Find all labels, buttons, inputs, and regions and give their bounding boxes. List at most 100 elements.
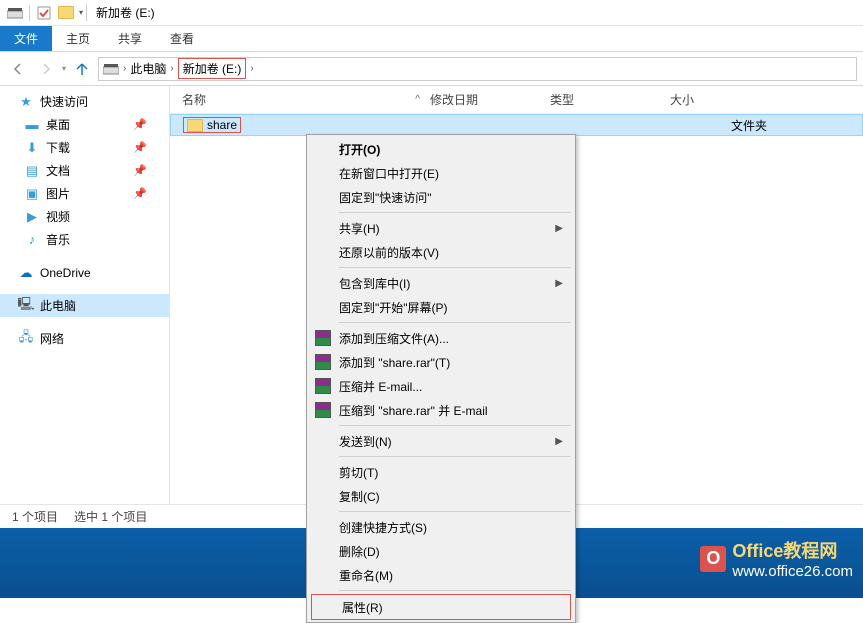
col-date[interactable]: 修改日期 (430, 91, 550, 108)
pin-icon: 📌 (133, 118, 147, 131)
menu-restore-versions[interactable]: 还原以前的版本(V) (309, 240, 573, 264)
pictures-icon: ▣ (24, 186, 40, 202)
winrar-icon (315, 330, 331, 346)
col-type[interactable]: 类型 (550, 91, 670, 108)
col-label: 名称 (182, 91, 206, 108)
sidebar-label: 网络 (40, 330, 64, 347)
chevron-right-icon: ▶ (555, 436, 563, 447)
col-name[interactable]: 名称 ^ (170, 91, 430, 108)
sidebar-label: 文档 (46, 162, 70, 179)
separator (339, 425, 571, 426)
pc-icon: 🖳 (18, 298, 34, 314)
tab-file[interactable]: 文件 (0, 26, 52, 51)
sidebar-label: 下载 (46, 139, 70, 156)
star-icon: ★ (18, 94, 34, 110)
tab-view[interactable]: 查看 (156, 26, 208, 51)
office-logo-icon: O (700, 546, 726, 572)
up-button[interactable] (70, 57, 94, 81)
highlighted-file: share (183, 117, 241, 133)
chevron-right-icon: ▶ (555, 223, 563, 234)
sidebar-label: 此电脑 (40, 297, 76, 314)
watermark: O Office教程网 www.office26.com (700, 537, 853, 580)
chevron-right-icon[interactable]: › (123, 63, 126, 74)
file-name-cell: share (171, 117, 431, 133)
separator (339, 511, 571, 512)
checkbox-icon[interactable] (33, 2, 55, 24)
chevron-right-icon[interactable]: › (170, 63, 173, 74)
tab-share[interactable]: 共享 (104, 26, 156, 51)
menu-open-new-window[interactable]: 在新窗口中打开(E) (309, 161, 573, 185)
folder-title-icon (55, 2, 77, 24)
sidebar-label: 视频 (46, 208, 70, 225)
separator (339, 456, 571, 457)
breadcrumb[interactable]: › 此电脑 › 新加卷 (E:) › (98, 57, 857, 81)
chevron-right-icon[interactable]: › (250, 63, 253, 74)
sidebar-videos[interactable]: ▶ 视频 (0, 205, 169, 228)
menu-add-share-rar[interactable]: 添加到 "share.rar"(T) (309, 350, 573, 374)
sidebar-network[interactable]: 🖧 网络 (0, 327, 169, 350)
ribbon-tabs: 文件 主页 共享 查看 (0, 26, 863, 52)
divider (29, 5, 30, 21)
sidebar-label: 桌面 (46, 116, 70, 133)
menu-delete[interactable]: 删除(D) (309, 539, 573, 563)
sidebar-onedrive[interactable]: ☁ OneDrive (0, 261, 169, 284)
folder-icon (187, 119, 203, 132)
watermark-title: Office教程网 (732, 537, 853, 563)
sidebar-label: OneDrive (40, 266, 91, 280)
sidebar-music[interactable]: ♪ 音乐 (0, 228, 169, 251)
menu-compress-share-email[interactable]: 压缩到 "share.rar" 并 E-mail (309, 398, 573, 422)
sidebar-documents[interactable]: ▤ 文档 📌 (0, 159, 169, 182)
sidebar-quick-access[interactable]: ★ 快速访问 (0, 90, 169, 113)
menu-include-library[interactable]: 包含到库中(I)▶ (309, 271, 573, 295)
column-headers: 名称 ^ 修改日期 类型 大小 (170, 86, 863, 114)
menu-pin-quick-access[interactable]: 固定到"快速访问" (309, 185, 573, 209)
menu-compress-email[interactable]: 压缩并 E-mail... (309, 374, 573, 398)
download-icon: ⬇ (24, 140, 40, 156)
menu-share[interactable]: 共享(H)▶ (309, 216, 573, 240)
onedrive-icon: ☁ (18, 265, 34, 281)
file-row[interactable]: share 文件夹 (170, 114, 863, 136)
forward-button[interactable] (34, 57, 58, 81)
sort-indicator-icon: ^ (415, 94, 420, 105)
col-size[interactable]: 大小 (670, 91, 730, 108)
breadcrumb-pc[interactable]: 此电脑 (130, 60, 166, 77)
tab-home[interactable]: 主页 (52, 26, 104, 51)
menu-properties[interactable]: 属性(R) (312, 595, 570, 619)
sidebar-label: 图片 (46, 185, 70, 202)
menu-add-archive[interactable]: 添加到压缩文件(A)... (309, 326, 573, 350)
music-icon: ♪ (24, 232, 40, 248)
sidebar-pictures[interactable]: ▣ 图片 📌 (0, 182, 169, 205)
watermark-url: www.office26.com (732, 563, 853, 580)
menu-cut[interactable]: 剪切(T) (309, 460, 573, 484)
status-count: 1 个项目 (12, 508, 58, 525)
sidebar-label: 音乐 (46, 231, 70, 248)
pin-icon: 📌 (133, 141, 147, 154)
menu-send-to[interactable]: 发送到(N)▶ (309, 429, 573, 453)
sidebar-this-pc[interactable]: 🖳 此电脑 (0, 294, 169, 317)
menu-create-shortcut[interactable]: 创建快捷方式(S) (309, 515, 573, 539)
divider (86, 5, 87, 21)
separator (339, 322, 571, 323)
menu-copy[interactable]: 复制(C) (309, 484, 573, 508)
sidebar-downloads[interactable]: ⬇ 下载 📌 (0, 136, 169, 159)
winrar-icon (315, 402, 331, 418)
file-name: share (207, 118, 237, 132)
menu-open[interactable]: 打开(O) (309, 137, 573, 161)
pin-icon: 📌 (133, 187, 147, 200)
window-title: 新加卷 (E:) (96, 4, 155, 21)
sidebar-label: 快速访问 (40, 93, 88, 110)
dropdown-arrow-icon[interactable]: ▾ (79, 8, 83, 17)
recent-dropdown-icon[interactable]: ▾ (62, 64, 66, 73)
chevron-right-icon: ▶ (555, 278, 563, 289)
pin-icon: 📌 (133, 164, 147, 177)
sidebar-desktop[interactable]: ▬ 桌面 📌 (0, 113, 169, 136)
menu-rename[interactable]: 重命名(M) (309, 563, 573, 587)
context-menu: 打开(O) 在新窗口中打开(E) 固定到"快速访问" 共享(H)▶ 还原以前的版… (306, 134, 576, 623)
back-button[interactable] (6, 57, 30, 81)
menu-pin-start[interactable]: 固定到"开始"屏幕(P) (309, 295, 573, 319)
separator (339, 590, 571, 591)
winrar-icon (315, 378, 331, 394)
file-type: 文件夹 (731, 117, 767, 134)
breadcrumb-drive-icon (103, 63, 119, 75)
breadcrumb-drive[interactable]: 新加卷 (E:) (178, 58, 247, 79)
